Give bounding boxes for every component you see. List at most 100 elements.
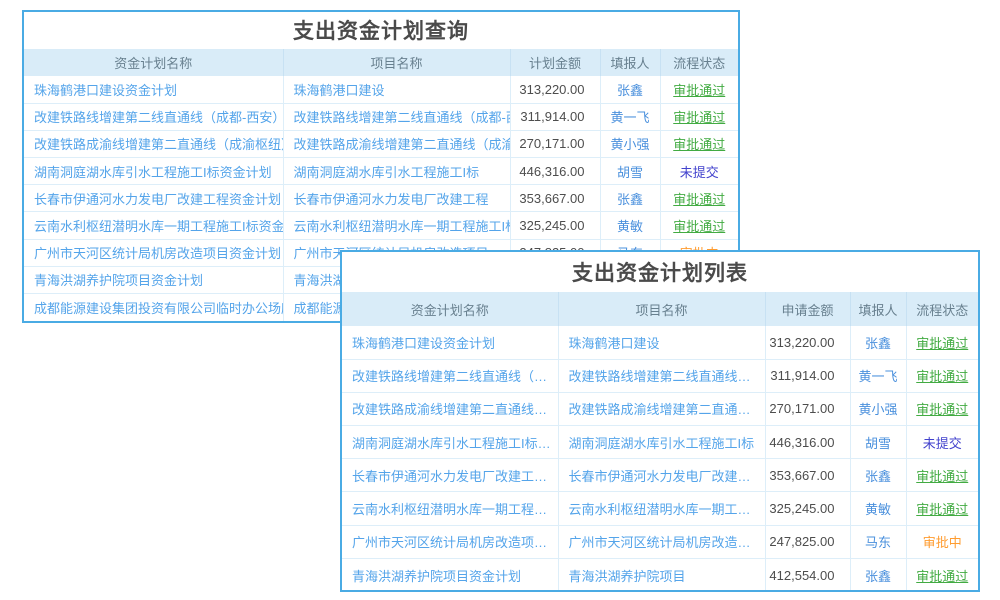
amount-cell: 353,667.00	[765, 459, 850, 492]
amount-cell: 446,316.00	[510, 158, 600, 185]
reporter-cell: 张鑫	[850, 459, 906, 492]
table-row: 云南水利枢纽潜明水库一期工程施工I标资金计划 云南水利枢纽潜明水库一期工程施工I…	[342, 492, 978, 525]
col-header-apply-amount: 申请金额	[765, 292, 850, 326]
col-header-plan-name: 资金计划名称	[24, 49, 283, 76]
project-name-link[interactable]: 云南水利枢纽潜明水库一期工程施工I标	[558, 492, 765, 525]
amount-cell: 270,171.00	[510, 130, 600, 157]
query-table-header: 资金计划名称 项目名称 计划金额 填报人 流程状态	[24, 49, 738, 76]
table-row: 改建铁路线增建第二线直通线（成都-西安）电力 改建铁路线增建第二线直通线（成都-…	[342, 359, 978, 392]
col-header-status: 流程状态	[660, 49, 738, 76]
plan-name-link[interactable]: 成都能源建设集团投资有限公司临时办公场所装	[24, 294, 283, 321]
reporter-cell: 张鑫	[850, 558, 906, 591]
project-name-link[interactable]: 改建铁路线增建第二线直通线（成都-西安	[558, 359, 765, 392]
amount-cell: 311,914.00	[765, 359, 850, 392]
project-name-link[interactable]: 长春市伊通河水力发电厂改建工程	[558, 459, 765, 492]
plan-name-link[interactable]: 珠海鹤港口建设资金计划	[24, 76, 283, 103]
table-row: 珠海鹤港口建设资金计划 珠海鹤港口建设 313,220.00 张鑫 审批通过	[342, 326, 978, 359]
amount-cell: 412,554.00	[765, 558, 850, 591]
reporter-cell: 胡雪	[600, 158, 660, 185]
project-name-link[interactable]: 长春市伊通河水力发电厂改建工程	[283, 185, 510, 212]
query-panel-title: 支出资金计划查询	[24, 12, 738, 49]
plan-name-link[interactable]: 改建铁路线增建第二线直通线（成都-西安）电力	[24, 103, 283, 130]
plan-name-link[interactable]: 广州市天河区统计局机房改造项目资金计划	[24, 239, 283, 266]
status-link[interactable]: 未提交	[906, 426, 978, 459]
amount-cell: 325,245.00	[510, 212, 600, 239]
col-header-plan-amount: 计划金额	[510, 49, 600, 76]
col-header-status: 流程状态	[906, 292, 978, 326]
col-header-project-name: 项目名称	[283, 49, 510, 76]
col-header-plan-name: 资金计划名称	[342, 292, 558, 326]
project-name-link[interactable]: 广州市天河区统计局机房改造项目	[558, 525, 765, 558]
amount-cell: 270,171.00	[765, 392, 850, 425]
plan-name-link[interactable]: 青海洪湖养护院项目资金计划	[24, 266, 283, 293]
table-row: 长春市伊通河水力发电厂改建工程资金计划 长春市伊通河水力发电厂改建工程 353,…	[24, 185, 738, 212]
list-panel-title: 支出资金计划列表	[342, 252, 978, 292]
plan-name-link[interactable]: 云南水利枢纽潜明水库一期工程施工I标资金计划	[342, 492, 558, 525]
plan-name-link[interactable]: 长春市伊通河水力发电厂改建工程资金计划	[342, 459, 558, 492]
header-row: 资金计划名称 项目名称 申请金额 填报人 流程状态	[342, 292, 978, 326]
status-link[interactable]: 审批通过	[906, 459, 978, 492]
table-row: 广州市天河区统计局机房改造项目资金计划 广州市天河区统计局机房改造项目 247,…	[342, 525, 978, 558]
status-link[interactable]: 审批通过	[906, 359, 978, 392]
table-row: 长春市伊通河水力发电厂改建工程资金计划 长春市伊通河水力发电厂改建工程 353,…	[342, 459, 978, 492]
plan-name-link[interactable]: 改建铁路成渝线增建第二直通线（成渝枢纽）电	[342, 392, 558, 425]
status-link[interactable]: 审批通过	[660, 103, 738, 130]
project-name-link[interactable]: 湖南洞庭湖水库引水工程施工I标	[283, 158, 510, 185]
table-row: 云南水利枢纽潜明水库一期工程施工I标资金计划 云南水利枢纽潜明水库一期工程施工I…	[24, 212, 738, 239]
status-link[interactable]: 未提交	[660, 158, 738, 185]
status-link[interactable]: 审批通过	[660, 76, 738, 103]
project-name-link[interactable]: 改建铁路线增建第二线直通线（成都-西安	[283, 103, 510, 130]
status-link[interactable]: 审批通过	[660, 130, 738, 157]
reporter-cell: 张鑫	[850, 326, 906, 359]
reporter-cell: 黄一飞	[850, 359, 906, 392]
plan-name-link[interactable]: 长春市伊通河水力发电厂改建工程资金计划	[24, 185, 283, 212]
amount-cell: 353,667.00	[510, 185, 600, 212]
reporter-cell: 张鑫	[600, 76, 660, 103]
project-name-link[interactable]: 湖南洞庭湖水库引水工程施工I标	[558, 426, 765, 459]
status-link[interactable]: 审批通过	[906, 492, 978, 525]
table-row: 青海洪湖养护院项目资金计划 青海洪湖养护院项目 412,554.00 张鑫 审批…	[342, 558, 978, 591]
reporter-cell: 黄小强	[850, 392, 906, 425]
project-name-link[interactable]: 改建铁路成渝线增建第二直通线（成渝枢纽	[558, 392, 765, 425]
table-row: 改建铁路成渝线增建第二直通线（成渝枢纽）电 改建铁路成渝线增建第二直通线（成渝枢…	[24, 130, 738, 157]
status-link[interactable]: 审批通过	[906, 558, 978, 591]
project-name-link[interactable]: 改建铁路成渝线增建第二直通线（成渝枢纽	[283, 130, 510, 157]
project-name-link[interactable]: 珠海鹤港口建设	[283, 76, 510, 103]
status-link[interactable]: 审批通过	[906, 392, 978, 425]
plan-name-link[interactable]: 青海洪湖养护院项目资金计划	[342, 558, 558, 591]
reporter-cell: 胡雪	[850, 426, 906, 459]
plan-name-link[interactable]: 改建铁路线增建第二线直通线（成都-西安）电力	[342, 359, 558, 392]
table-row: 改建铁路线增建第二线直通线（成都-西安）电力 改建铁路线增建第二线直通线（成都-…	[24, 103, 738, 130]
status-link[interactable]: 审批通过	[660, 212, 738, 239]
status-link[interactable]: 审批通过	[906, 326, 978, 359]
amount-cell: 311,914.00	[510, 103, 600, 130]
amount-cell: 446,316.00	[765, 426, 850, 459]
project-name-link[interactable]: 珠海鹤港口建设	[558, 326, 765, 359]
plan-name-link[interactable]: 广州市天河区统计局机房改造项目资金计划	[342, 525, 558, 558]
plan-name-link[interactable]: 改建铁路成渝线增建第二直通线（成渝枢纽）电	[24, 130, 283, 157]
header-row: 资金计划名称 项目名称 计划金额 填报人 流程状态	[24, 49, 738, 76]
col-header-reporter: 填报人	[850, 292, 906, 326]
expense-plan-list-panel: 支出资金计划列表 资金计划名称 项目名称 申请金额 填报人 流程状态 珠海鹤港口…	[340, 250, 980, 592]
table-row: 湖南洞庭湖水库引水工程施工I标资金计划 湖南洞庭湖水库引水工程施工I标 446,…	[24, 158, 738, 185]
reporter-cell: 马东	[850, 525, 906, 558]
amount-cell: 247,825.00	[765, 525, 850, 558]
table-row: 珠海鹤港口建设资金计划 珠海鹤港口建设 313,220.00 张鑫 审批通过	[24, 76, 738, 103]
table-row: 改建铁路成渝线增建第二直通线（成渝枢纽）电 改建铁路成渝线增建第二直通线（成渝枢…	[342, 392, 978, 425]
reporter-cell: 黄敏	[600, 212, 660, 239]
amount-cell: 313,220.00	[510, 76, 600, 103]
amount-cell: 313,220.00	[765, 326, 850, 359]
table-row: 湖南洞庭湖水库引水工程施工I标资金计划 湖南洞庭湖水库引水工程施工I标 446,…	[342, 426, 978, 459]
reporter-cell: 黄一飞	[600, 103, 660, 130]
col-header-reporter: 填报人	[600, 49, 660, 76]
plan-name-link[interactable]: 湖南洞庭湖水库引水工程施工I标资金计划	[24, 158, 283, 185]
status-link[interactable]: 审批中	[906, 525, 978, 558]
plan-name-link[interactable]: 湖南洞庭湖水库引水工程施工I标资金计划	[342, 426, 558, 459]
plan-name-link[interactable]: 云南水利枢纽潜明水库一期工程施工I标资金计划	[24, 212, 283, 239]
status-link[interactable]: 审批通过	[660, 185, 738, 212]
reporter-cell: 黄小强	[600, 130, 660, 157]
project-name-link[interactable]: 青海洪湖养护院项目	[558, 558, 765, 591]
col-header-project-name: 项目名称	[558, 292, 765, 326]
plan-name-link[interactable]: 珠海鹤港口建设资金计划	[342, 326, 558, 359]
project-name-link[interactable]: 云南水利枢纽潜明水库一期工程施工I标	[283, 212, 510, 239]
